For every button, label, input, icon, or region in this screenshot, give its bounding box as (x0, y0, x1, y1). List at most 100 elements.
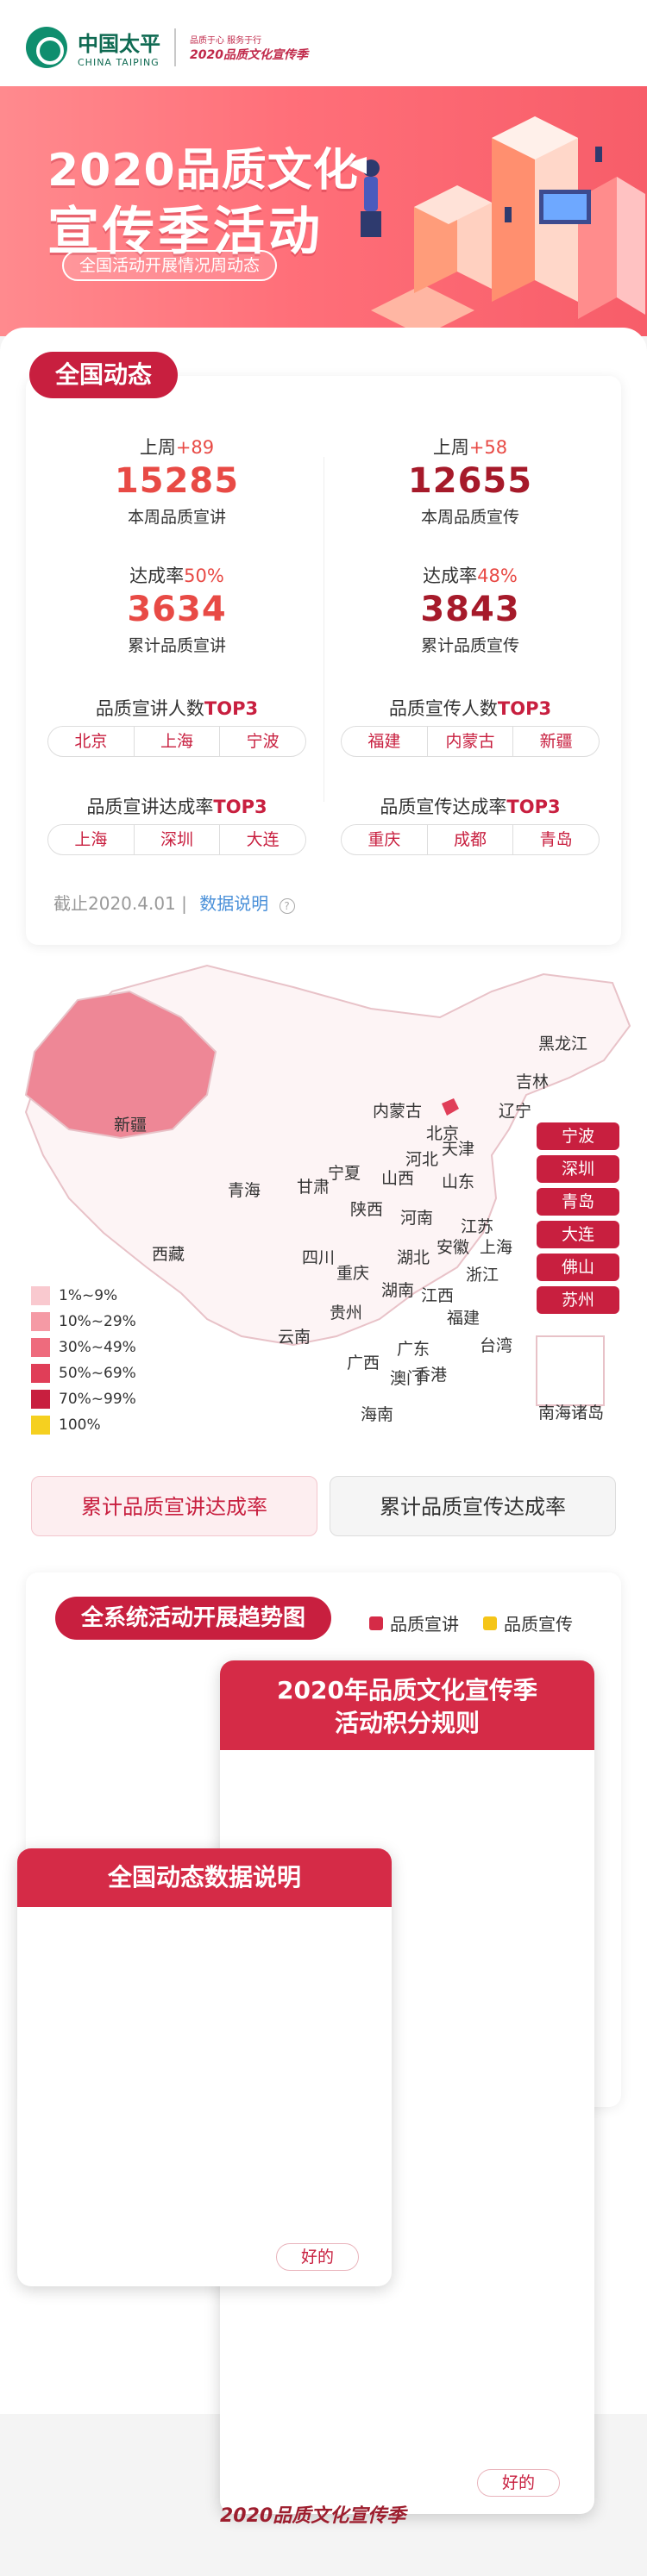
legend-row: 1%~9% (31, 1283, 136, 1309)
right-total-caption: 累计品质宣传 (420, 636, 519, 655)
map-city-pill[interactable]: 苏州 (537, 1286, 619, 1314)
left-total-value: 3634 (127, 590, 227, 629)
map-label-chongqing: 重庆 (336, 1264, 370, 1283)
city-tag: 重庆 (342, 825, 428, 854)
hero-banner: 2020品质文化 宣传季活动 全国活动开展情况周动态 (0, 86, 647, 336)
right-rate-value: 48% (477, 566, 518, 586)
map-label-xizang: 西藏 (152, 1245, 185, 1264)
city-tag: 青岛 (539, 830, 573, 849)
map-label-yunnan: 云南 (278, 1328, 311, 1347)
map-label-hainan: 海南 (361, 1405, 394, 1424)
left-top3-rate-title: 品质宣讲达成率TOP3 (86, 797, 267, 817)
data-note-ok-button[interactable]: 好的 (276, 2243, 359, 2271)
map-label-hubei: 湖北 (397, 1248, 430, 1267)
left-week-value: 15285 (114, 461, 240, 501)
trend-legend-lecture: 品质宣讲 (369, 1610, 459, 1635)
rules-modal-title-line1: 2020年品质文化宣传季 (277, 1676, 537, 1704)
city-tag: 成都 (428, 825, 514, 854)
legend-swatch (483, 1616, 497, 1630)
city-tag: 大连 (246, 830, 280, 849)
left-total-stat: 达成率50% 3634 累计品质宣讲 (47, 562, 306, 656)
brand-name-en: CHINA TAIPING (78, 57, 160, 68)
right-top3-people-list: 福建 内蒙古 新疆 (341, 726, 600, 757)
map-city-pill[interactable]: 深圳 (537, 1155, 619, 1183)
legend-row: 70%~99% (31, 1386, 136, 1412)
legend-swatch (369, 1616, 383, 1630)
map-label-jiangxi: 江西 (421, 1286, 455, 1305)
city-tag: 北京 (48, 727, 135, 756)
campaign-logo: 品质于心 服务于行 2020品质文化宣传季 (190, 33, 308, 63)
legend-swatch (31, 1338, 50, 1357)
data-note-link[interactable]: 数据说明 (199, 893, 268, 914)
map-label-qinghai: 青海 (228, 1181, 261, 1200)
brand: 中国太平 CHINA TAIPING (78, 27, 160, 68)
map-city-pill[interactable]: 青岛 (537, 1188, 619, 1216)
map-label-shanghai: 上海 (480, 1238, 513, 1257)
campaign-slogan: 品质于心 服务于行 (190, 35, 262, 46)
map-label-fujian: 福建 (447, 1309, 481, 1328)
map-label-nanhai: 南海诸岛 (538, 1404, 605, 1422)
right-top3-people-title: 品质宣传人数TOP3 (388, 698, 552, 719)
banner-title-line1: 2020品质文化 (47, 145, 359, 197)
rules-ok-button[interactable]: 好的 (477, 2469, 560, 2497)
map-label-jiangsu: 江苏 (461, 1217, 494, 1236)
right-rate-label: 达成率 (423, 566, 478, 586)
map-legend: 1%~9% 10%~29% 30%~49% 50%~69% 70%~99% 10… (31, 1283, 136, 1438)
map-label-hunan: 湖南 (381, 1281, 415, 1300)
right-top3-rate-title: 品质宣传达成率TOP3 (380, 797, 561, 817)
tab-lecture-rate[interactable]: 累计品质宣讲达成率 (31, 1476, 317, 1536)
map-label-henan: 河南 (400, 1209, 434, 1228)
right-week-label: 上周 (432, 437, 469, 458)
taiping-logo-icon (26, 27, 67, 68)
banner-subtitle: 全国活动开展情况周动态 (62, 250, 278, 281)
city-tag: 宁波 (246, 732, 280, 751)
map-label-guizhou: 贵州 (330, 1304, 363, 1322)
legend-row: 100% (31, 1412, 136, 1438)
map-label-taiwan: 台湾 (480, 1336, 513, 1355)
map-label-liaoning: 辽宁 (499, 1102, 532, 1121)
map-label-zhejiang: 浙江 (466, 1266, 499, 1285)
south-china-sea-box (536, 1335, 605, 1406)
map-label-xinjiang: 新疆 (114, 1116, 148, 1135)
legend-row: 30%~49% (31, 1335, 136, 1360)
help-icon[interactable]: ? (279, 898, 295, 914)
map-label-tianjin: 天津 (442, 1140, 475, 1159)
national-tag: 全国动态 (29, 352, 179, 398)
legend-swatch (31, 1286, 50, 1305)
left-top3-rate-list: 上海 深圳 大连 (47, 824, 306, 855)
right-week-caption: 本周品质宣传 (420, 508, 519, 527)
map-label-jilin: 吉林 (516, 1072, 550, 1091)
city-tag: 上海 (135, 727, 221, 756)
left-rate-label: 达成率 (129, 566, 185, 586)
left-week-delta: +89 (175, 437, 215, 458)
map-label-guangxi: 广西 (347, 1354, 380, 1372)
map-city-pill[interactable]: 佛山 (537, 1254, 619, 1281)
left-week-label: 上周 (139, 437, 176, 458)
right-total-stat: 达成率48% 3843 累计品质宣传 (341, 562, 600, 656)
legend-row: 10%~29% (31, 1309, 136, 1335)
legend-swatch (31, 1416, 50, 1435)
data-note-modal-title: 全国动态数据说明 (17, 1848, 392, 1907)
tab-publicity-rate[interactable]: 累计品质宣传达成率 (330, 1476, 616, 1536)
left-week-stat: 上周+89 15285 本周品质宣讲 (47, 434, 306, 528)
left-total-caption: 累计品质宣讲 (127, 636, 226, 655)
footer-logo: 2020品质文化宣传季 (220, 2505, 406, 2527)
right-week-value: 12655 (407, 461, 533, 501)
campaign-name: 2020品质文化宣传季 (190, 47, 308, 62)
city-tag: 新疆 (539, 732, 573, 751)
rules-modal-title-line2: 活动积分规则 (334, 1709, 480, 1737)
map-label-sichuan: 四川 (302, 1248, 336, 1267)
brand-name-cn: 中国太平 (78, 32, 160, 56)
isometric-city-illustration-icon (345, 116, 645, 336)
map-city-pill[interactable]: 宁波 (537, 1122, 619, 1150)
map-city-pill[interactable]: 大连 (537, 1221, 619, 1248)
map-label-anhui: 安徽 (437, 1238, 470, 1257)
map-label-guangdong: 广东 (397, 1340, 430, 1359)
map-label-neimenggu: 内蒙古 (373, 1102, 423, 1121)
map-label-ningxia: 宁夏 (328, 1164, 361, 1183)
header-divider (174, 28, 176, 66)
as-of-line: 截止2020.4.01 | 数据说明 ? (53, 890, 295, 915)
right-total-value: 3843 (420, 590, 520, 629)
right-week-stat: 上周+58 12655 本周品质宣传 (341, 434, 600, 528)
map-label-shaanxi: 陕西 (350, 1200, 384, 1219)
